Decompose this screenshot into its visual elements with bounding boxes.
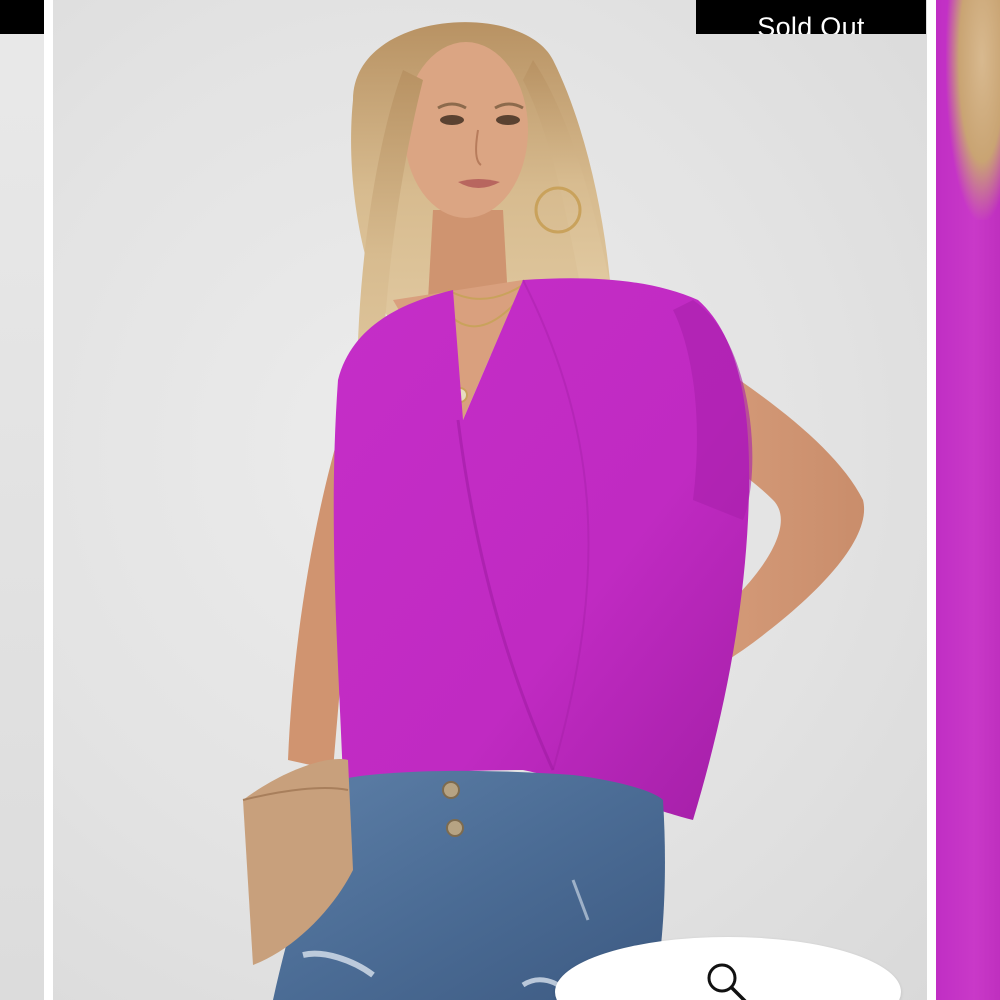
product-photo: [242, 22, 865, 1000]
main-product-image[interactable]: [53, 0, 927, 1000]
previous-product-image[interactable]: [0, 0, 44, 1000]
previous-sold-out-badge: [0, 0, 44, 34]
next-image-hair: [946, 0, 1000, 220]
sold-out-badge-label: Sold Out: [757, 12, 865, 35]
search-icon: [707, 963, 747, 1000]
sold-out-badge: Sold Out: [696, 0, 926, 34]
next-product-image[interactable]: [936, 0, 1000, 1000]
product-image-gallery: Sold Out: [0, 0, 1000, 1000]
